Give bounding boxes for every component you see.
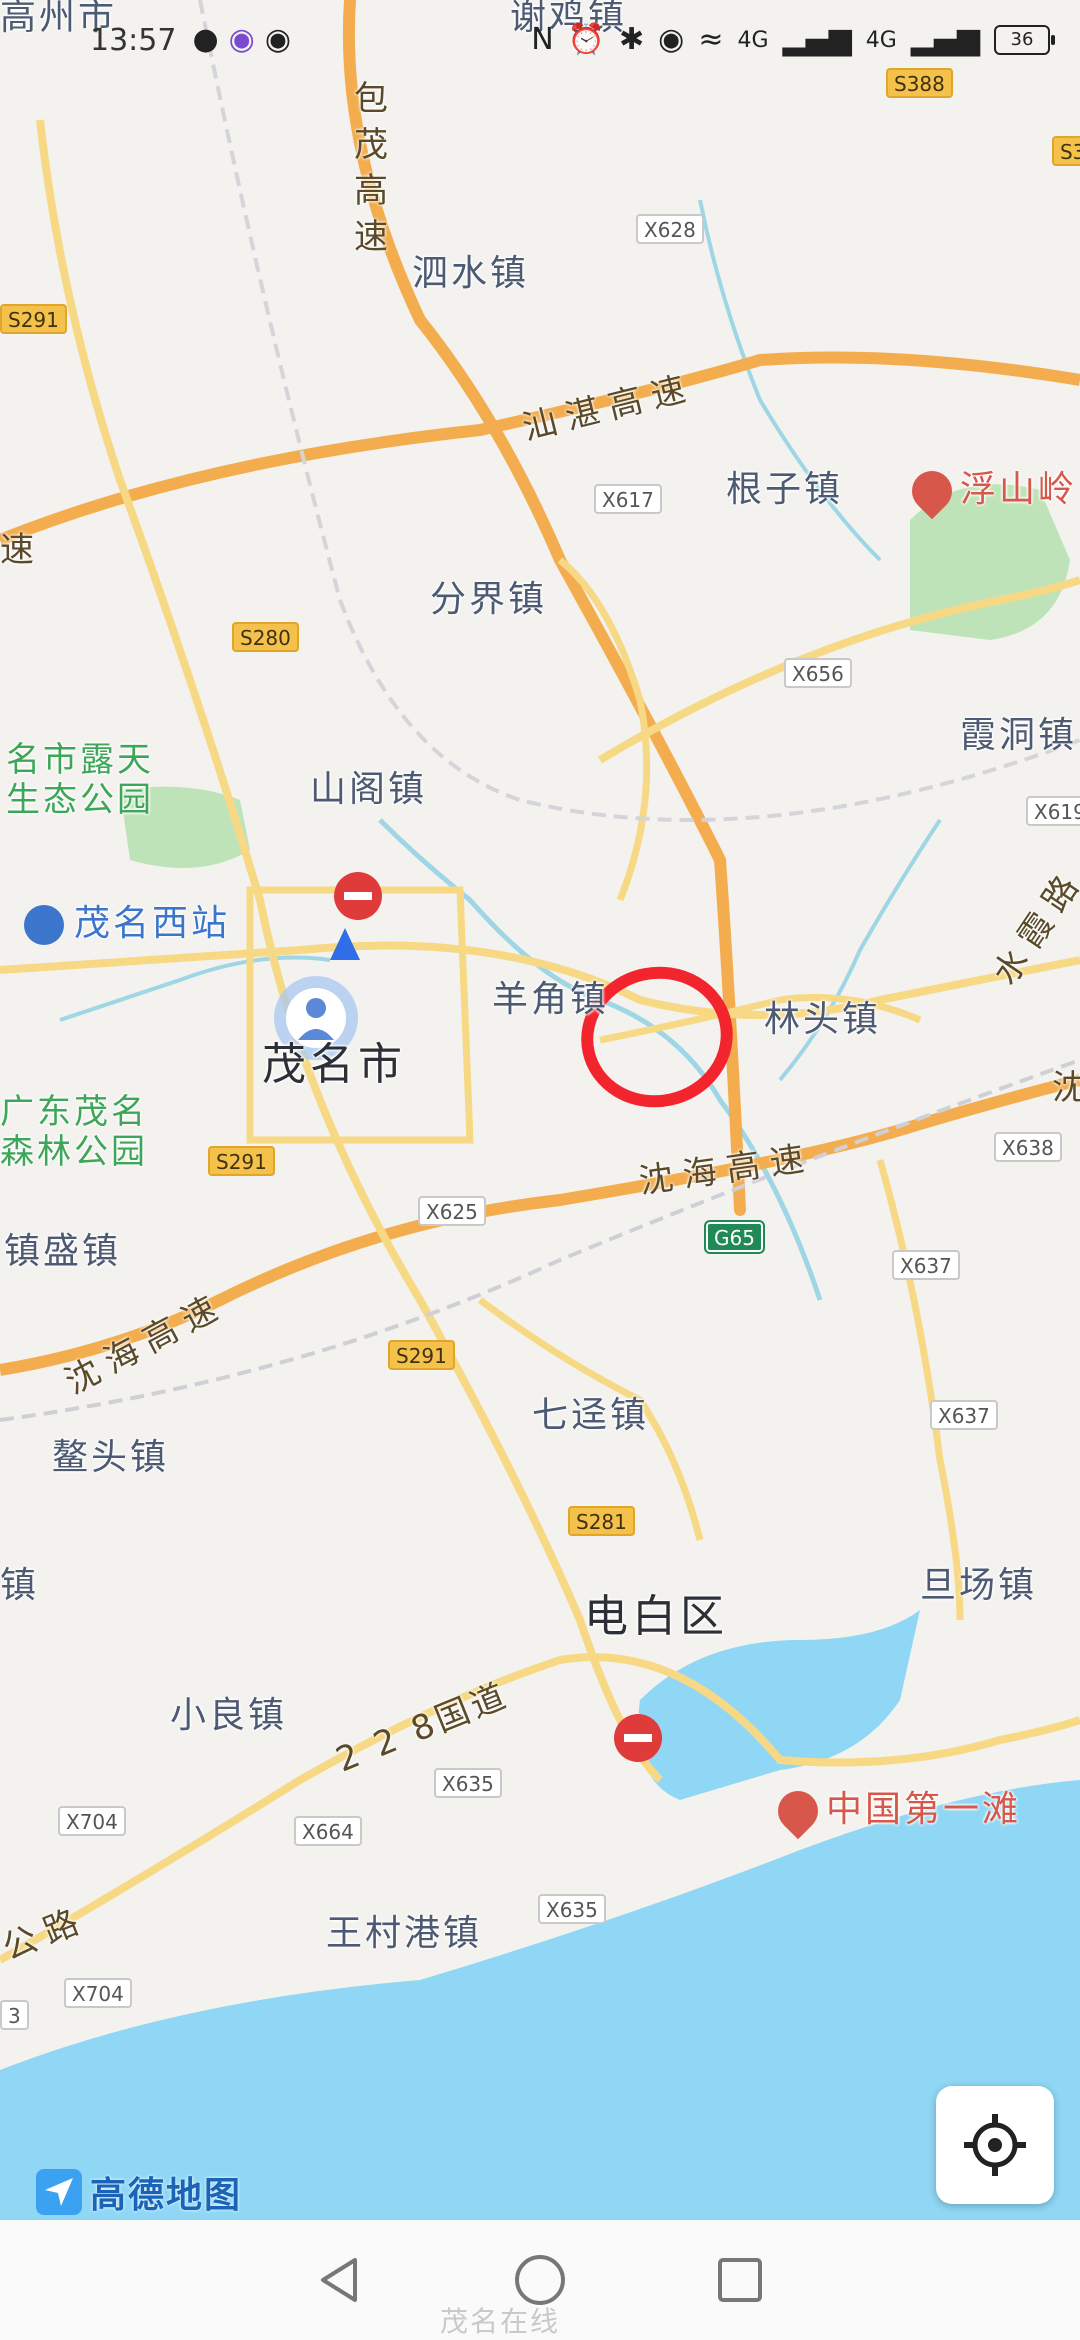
highway-label-shen-right: 沈 [1052, 1068, 1080, 1108]
road-badge-x617: X617 [594, 484, 662, 514]
place-zhen-left[interactable]: 镇 [0, 1556, 39, 1608]
map-view[interactable]: 高州市 谢鸡镇 泗水镇 根子镇 浮山岭 分界镇 霞洞镇 山阁镇 名市露天 生态公… [0, 0, 1080, 2220]
highway-label-su: 速 [0, 530, 44, 570]
amap-logo-text: 高德地图 [90, 2175, 243, 2216]
road-badge-s291-c: S291 [388, 1340, 455, 1370]
road-badge-x635-a: X635 [434, 1768, 502, 1798]
place-xiadong[interactable]: 霞洞镇 [960, 706, 1077, 758]
back-button[interactable] [310, 2250, 370, 2310]
road-badge-x619: X619 [1026, 796, 1080, 826]
soul-icon: ◉ [228, 22, 255, 57]
bluetooth-icon: ✱ [619, 22, 645, 57]
signal-4g-label: 4G [737, 27, 769, 53]
no-entry-sign-icon [334, 872, 382, 920]
signal-icon-2: ▂▄▆ [910, 22, 980, 57]
road-badge-x637-a: X637 [892, 1250, 960, 1280]
place-fenjie[interactable]: 分界镇 [430, 570, 547, 622]
wifi-icon: ≈ [698, 22, 724, 57]
place-genzi[interactable]: 根子镇 [726, 460, 843, 512]
place-wangcungang[interactable]: 王村港镇 [326, 1904, 482, 1956]
wechat-icon: ● [192, 22, 219, 57]
place-sishui[interactable]: 泗水镇 [412, 244, 529, 296]
crosshair-icon [964, 2114, 1026, 2176]
road-badge-x638: X638 [994, 1132, 1062, 1162]
place-aotou[interactable]: 鳌头镇 [52, 1428, 169, 1480]
road-badge-x664: X664 [294, 1816, 362, 1846]
road-badge-x625: X625 [418, 1196, 486, 1226]
road-badge-s280: S280 [232, 622, 299, 652]
locate-me-button[interactable] [936, 2086, 1054, 2204]
place-maoming[interactable]: 茂名市 [262, 1028, 406, 1092]
poi-first-beach[interactable]: 中国第一滩 [769, 1780, 1021, 1840]
watermark: 茂名在线 [440, 2305, 561, 2338]
road-badge-s3: S3 [1052, 136, 1080, 166]
place-danchang[interactable]: 旦场镇 [920, 1556, 1037, 1608]
road-badge-x704-a: X704 [58, 1806, 126, 1836]
map-canvas [0, 0, 1080, 2220]
park-maoming[interactable]: 名市露天 生态公园 [6, 740, 154, 820]
recents-button[interactable] [710, 2250, 770, 2310]
road-badge-x637-b: X637 [930, 1400, 998, 1430]
road-badge-x704-b: X704 [64, 1978, 132, 2008]
recents-square-icon [718, 2258, 762, 2302]
amap-logo: 高德地图 [36, 2166, 242, 2218]
battery-icon: 36 [994, 25, 1055, 55]
place-dianbai[interactable]: 电白区 [584, 1580, 728, 1644]
road-badge-x656: X656 [784, 658, 852, 688]
nfc-icon: N [531, 22, 554, 57]
poi-pin-icon-2 [769, 1782, 827, 1840]
back-triangle-icon [321, 2258, 357, 2302]
status-bar: 13:57 ● ◉ ◉ N ⏰ ✱ ◉ ≈ 4G ▂▄▆ 4G ▂▄▆ 36 [0, 0, 1080, 80]
road-badge-3: 3 [0, 2000, 29, 2030]
poi-fushanling[interactable]: 浮山岭 [903, 460, 1077, 520]
status-time: 13:57 [90, 22, 177, 58]
highway-label-baomao: 包茂高速 [354, 79, 388, 257]
road-badge-s291-a: S291 [0, 304, 67, 334]
place-yangjiao[interactable]: 羊角镇 [492, 970, 609, 1022]
eye-icon: ◉ [264, 22, 292, 57]
signal-icon: ▂▄▆ [782, 22, 852, 57]
road-badge-s281: S281 [568, 1506, 635, 1536]
road-badge-x628: X628 [636, 214, 704, 244]
place-shengzhen[interactable]: 镇盛镇 [4, 1222, 121, 1274]
alarm-icon: ⏰ [567, 22, 605, 57]
no-entry-sign-icon-2 [614, 1714, 662, 1762]
amap-logo-icon [36, 2169, 82, 2215]
place-shange[interactable]: 山阁镇 [310, 760, 427, 812]
signal-4g-label-2: 4G [865, 27, 897, 53]
road-badge-x635-b: X635 [538, 1894, 606, 1924]
road-badge-s291-b: S291 [208, 1146, 275, 1176]
station-maoming-west[interactable]: 茂名西站 [24, 894, 230, 946]
place-xiaoliang[interactable]: 小良镇 [170, 1686, 287, 1738]
road-badge-g65: G65 [704, 1220, 765, 1254]
poi-pin-icon [903, 462, 961, 520]
location-icon: ◉ [658, 22, 685, 57]
place-lintou[interactable]: 林头镇 [764, 990, 881, 1042]
park-gd-forest[interactable]: 广东茂名 森林公园 [0, 1092, 148, 1172]
station-icon [24, 905, 64, 945]
place-qijing[interactable]: 七迳镇 [532, 1386, 649, 1438]
